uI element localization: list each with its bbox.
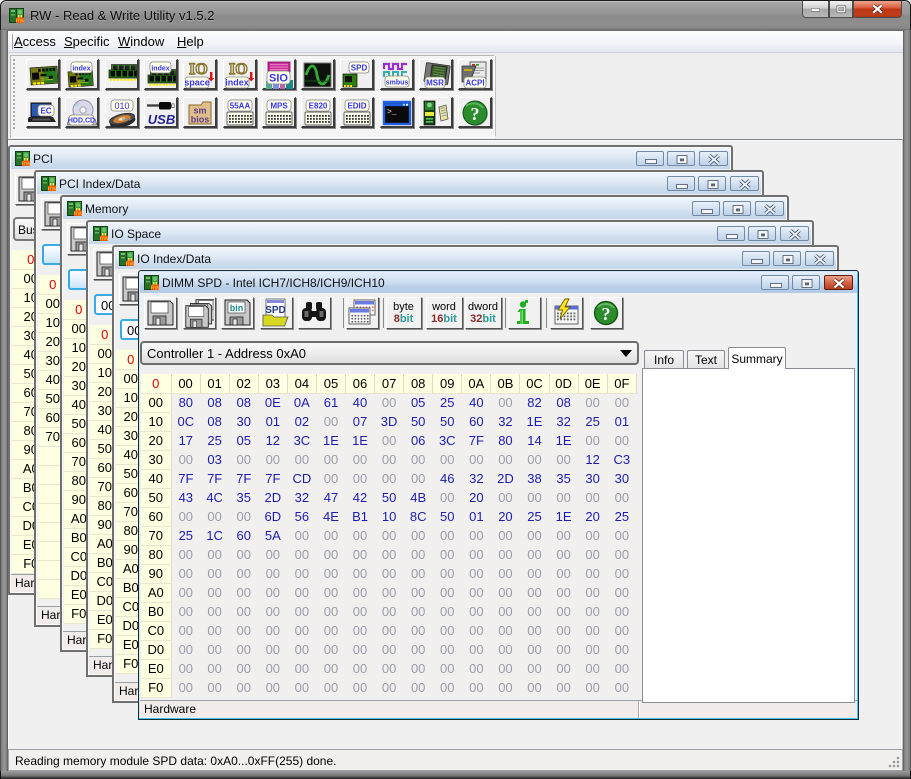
svg-text:RW: RW [151, 286, 159, 290]
svg-text:SPD: SPD [351, 64, 368, 73]
svg-text:RW: RW [48, 187, 56, 191]
svg-text:bios: bios [191, 115, 210, 125]
svg-text:RW: RW [16, 19, 24, 23]
svg-text:E820: E820 [309, 102, 328, 111]
svg-text:index: index [151, 66, 169, 73]
svg-text:>_: >_ [387, 108, 397, 117]
svg-text:dword: dword [468, 301, 498, 313]
svg-text:byte: byte [393, 301, 414, 313]
svg-text:SPD: SPD [265, 305, 286, 316]
svg-text:index: index [73, 66, 91, 73]
svg-text:word: word [431, 301, 456, 313]
svg-text:index: index [225, 78, 249, 88]
svg-text:ACPI: ACPI [466, 79, 485, 88]
svg-text:RW: RW [22, 162, 30, 166]
svg-text:MSR: MSR [426, 79, 444, 88]
svg-text:USB: USB [148, 112, 175, 127]
svg-text:MPS: MPS [270, 102, 288, 111]
svg-text:bin: bin [230, 303, 244, 313]
svg-text:010: 010 [114, 101, 129, 111]
svg-text:IO: IO [189, 61, 208, 78]
svg-text:?: ? [471, 104, 480, 124]
svg-text:?: ? [602, 304, 611, 324]
svg-text:smbus: smbus [385, 80, 408, 87]
svg-text:32bit: 32bit [470, 313, 496, 325]
svg-text:16bit: 16bit [431, 313, 457, 325]
svg-text:EC: EC [40, 107, 51, 116]
svg-text:RW: RW [126, 262, 134, 266]
svg-text:HDD,CD: HDD,CD [68, 118, 95, 125]
svg-text:RW: RW [74, 212, 82, 216]
svg-text:55AA: 55AA [229, 102, 250, 111]
svg-text:RW: RW [100, 237, 108, 241]
svg-text:EDID: EDID [348, 102, 367, 111]
svg-text:IO: IO [229, 61, 248, 78]
svg-text:8bit: 8bit [394, 313, 414, 325]
svg-text:SIO: SIO [269, 73, 288, 85]
svg-text:space: space [185, 78, 210, 88]
